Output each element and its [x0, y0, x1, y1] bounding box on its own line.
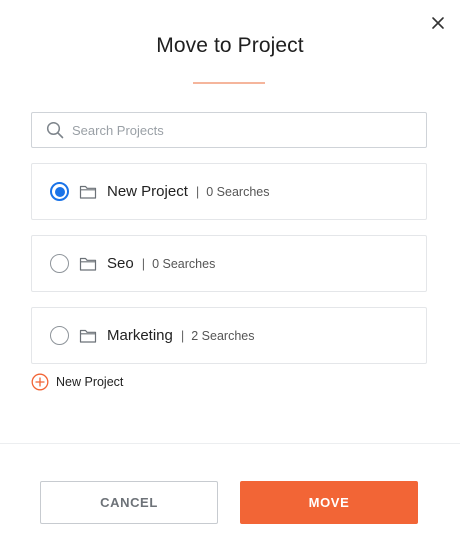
search-count: 2 Searches: [191, 328, 255, 343]
project-name: Seo: [107, 255, 134, 272]
folder-icon: [79, 257, 97, 271]
close-icon[interactable]: [430, 15, 446, 31]
separator: |: [195, 184, 200, 199]
folder-icon: [79, 329, 97, 343]
search-icon: [46, 121, 64, 139]
title-underline: [193, 82, 265, 84]
folder-icon: [79, 185, 97, 199]
footer-divider: [0, 443, 460, 444]
project-item-seo[interactable]: Seo | 0 Searches: [31, 235, 427, 292]
move-button[interactable]: MOVE: [240, 481, 418, 524]
project-radio-selected[interactable]: [50, 182, 69, 201]
separator: |: [180, 328, 185, 343]
project-radio[interactable]: [50, 254, 69, 273]
search-box[interactable]: [31, 112, 427, 148]
search-input[interactable]: [72, 122, 392, 138]
plus-circle-icon: [31, 373, 49, 391]
search-count: 0 Searches: [206, 184, 270, 199]
project-radio[interactable]: [50, 326, 69, 345]
search-count: 0 Searches: [152, 256, 216, 271]
dialog-title: Move to Project: [156, 34, 304, 57]
project-name: New Project: [107, 183, 188, 200]
new-project-button[interactable]: New Project: [31, 373, 123, 391]
separator: |: [141, 256, 146, 271]
cancel-button[interactable]: CANCEL: [40, 481, 218, 524]
project-name: Marketing: [107, 327, 173, 344]
new-project-label: New Project: [56, 375, 124, 389]
project-item-marketing[interactable]: Marketing | 2 Searches: [31, 307, 427, 364]
project-item-new-project[interactable]: New Project | 0 Searches: [31, 163, 427, 220]
